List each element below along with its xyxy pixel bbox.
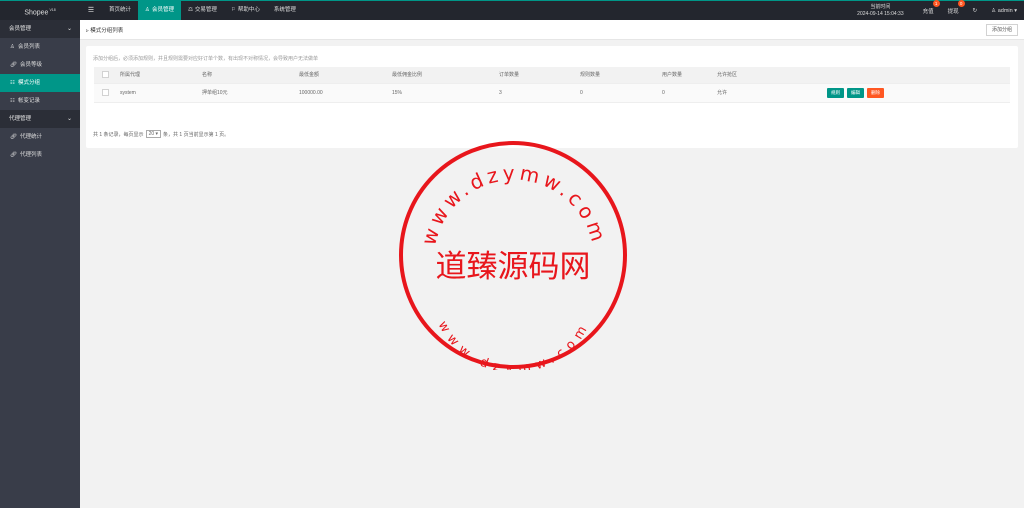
chevron-down-icon: ⌄ xyxy=(66,26,72,32)
sidebar-item-member-level[interactable]: 🔗︎ 会员等级 xyxy=(0,56,80,74)
nav-item-member-management[interactable]: ♙ 会员管理 xyxy=(138,1,181,20)
column-header: 用户数量 xyxy=(662,72,683,79)
withdraw-badge: 0 xyxy=(957,0,965,7)
column-header: 订单数量 xyxy=(499,72,520,79)
tab-bar: ▹ 模式分组列表 添加分组 xyxy=(80,20,1024,40)
list-icon: ☷ xyxy=(10,98,15,104)
scale-icon: ⚖ xyxy=(187,7,193,13)
rule-button[interactable]: 规则 xyxy=(827,87,844,98)
cell-users: 0 xyxy=(662,89,665,96)
user-icon: ♙ xyxy=(145,7,150,13)
stamp-bottom-text: www.dzymw.com xyxy=(435,318,594,370)
cell-commission: 15% xyxy=(392,89,403,96)
app-title: Shopee xyxy=(24,9,49,17)
pagination: 共 1 条记录，每页显示 20 ▾ 条，共 1 页当前显示第 1 页。 xyxy=(93,130,230,138)
group-list-card: 添加分组后，必须添加规则，并且规则需要对应好订单个数，有出现不对称情况，会导致用… xyxy=(86,46,1018,148)
recharge-link[interactable]: 充值 1 xyxy=(916,0,941,15)
notice-text: 添加分组后，必须添加规则，并且规则需要对应好订单个数，有出现不对称情况，会导致用… xyxy=(93,56,319,62)
chevron-down-icon: ⌄ xyxy=(66,116,72,122)
sidebar-group-member[interactable]: 会员管理 ⌄ xyxy=(0,20,80,38)
column-header: 名称 xyxy=(202,72,213,79)
column-header: 规则数量 xyxy=(580,72,601,79)
watermark-stamp: www.dzymw.com 道臻源码网 www.dzymw.com xyxy=(399,141,627,370)
link-icon: 🔗︎ xyxy=(10,62,17,68)
top-bar: ShopeeV18 ☰ 首页统计 ♙ 会员管理 ⚖ 交易管理 ⚐ 帮助中心 系统管理 … xyxy=(0,0,1024,20)
delete-button[interactable]: 删除 xyxy=(867,87,884,98)
link-icon: 🔗︎ xyxy=(10,134,17,140)
nav-item-system-management[interactable]: 系统管理 xyxy=(267,1,303,20)
user-menu[interactable]: ♙ admin ▾ xyxy=(984,8,1024,14)
top-right-area: 当前时间 2024-09-14 15:04:33 充值 1 提现 0 ↻ ♙ adm… xyxy=(857,0,1024,20)
top-nav: ☰ 首页统计 ♙ 会员管理 ⚖ 交易管理 ⚐ 帮助中心 系统管理 xyxy=(80,1,303,20)
cell-rules: 0 xyxy=(580,89,583,96)
stamp-top-text: www.dzymw.com xyxy=(416,161,611,248)
chevron-down-icon: ▾ xyxy=(155,131,159,137)
user-icon: ♙ xyxy=(10,44,15,50)
menu-toggle-button[interactable]: ☰ xyxy=(80,1,102,20)
column-header-actions xyxy=(823,67,1010,83)
column-header: 所属代理 xyxy=(120,72,141,79)
column-header: 允许抢区 xyxy=(717,72,738,79)
nav-item-home-stats[interactable]: 首页统计 xyxy=(102,1,138,20)
cell-min-amount: 100000.00 xyxy=(299,89,323,96)
cell-orders: 3 xyxy=(499,89,502,96)
app-version: V18 xyxy=(49,8,56,12)
hamburger-icon: ☰ xyxy=(87,7,95,14)
sidebar-group-agent[interactable]: 代理管理 ⌄ xyxy=(0,110,80,128)
edit-button[interactable]: 编辑 xyxy=(847,87,864,98)
sidebar-item-agent-stats[interactable]: 🔗︎ 代理统计 xyxy=(0,128,80,146)
recharge-badge: 1 xyxy=(932,0,940,7)
app-logo[interactable]: ShopeeV18 xyxy=(0,1,80,20)
refresh-icon: ↻ xyxy=(972,7,978,14)
sidebar-item-mode-group[interactable]: ☷ 模式分组 xyxy=(0,74,80,92)
cell-allow: 允许 xyxy=(717,90,728,96)
withdraw-link[interactable]: 提现 0 xyxy=(941,0,966,15)
cell-agent: system xyxy=(120,89,136,96)
flag-icon: ⚐ xyxy=(230,7,236,13)
select-all-checkbox[interactable] xyxy=(102,71,109,79)
cell-name: 押单组10元 xyxy=(202,90,228,96)
list-icon: ☷ xyxy=(10,80,15,86)
sidebar-item-agent-list[interactable]: 🔗︎ 代理列表 xyxy=(0,146,80,164)
table-row: system 押单组10元 100000.00 15% 3 0 0 允许 规则编… xyxy=(94,83,1010,102)
stamp-center-text: 道臻源码网 xyxy=(436,249,591,285)
link-icon: 🔗︎ xyxy=(10,152,17,158)
sidebar: 会员管理 ⌄ ♙ 会员列表 🔗︎ 会员等级 ☷ 模式分组 ☷ 帐变记录 代理管理 ⌄ 🔗︎ 代… xyxy=(0,20,80,508)
group-table: 所属代理 名称 最低金额 最低佣金比例 订单数量 规则数量 用户数量 允许抢区 … xyxy=(94,67,1010,103)
breadcrumb: ▹ 模式分组列表 xyxy=(86,28,124,34)
nav-item-help-center[interactable]: ⚐ 帮助中心 xyxy=(224,1,267,20)
column-header: 最低佣金比例 xyxy=(392,72,423,79)
column-header: 最低金额 xyxy=(299,72,320,79)
refresh-button[interactable]: ↻ xyxy=(966,8,985,14)
add-group-button[interactable]: 添加分组 xyxy=(985,24,1018,36)
chevron-down-icon: ▾ xyxy=(1014,7,1017,14)
cell-actions: 规则 编辑 删除 xyxy=(823,83,1010,102)
table-header-row: 所属代理 名称 最低金额 最低佣金比例 订单数量 规则数量 用户数量 允许抢区 xyxy=(94,67,1010,83)
current-time: 当前时间 2024-09-14 15:04:33 xyxy=(857,3,904,17)
sidebar-item-member-list[interactable]: ♙ 会员列表 xyxy=(0,38,80,56)
row-checkbox[interactable] xyxy=(102,89,109,96)
sidebar-item-account-records[interactable]: ☷ 帐变记录 xyxy=(0,92,80,110)
page-size-select[interactable]: 20 ▾ xyxy=(145,130,162,138)
nav-item-trade-management[interactable]: ⚖ 交易管理 xyxy=(181,1,224,20)
